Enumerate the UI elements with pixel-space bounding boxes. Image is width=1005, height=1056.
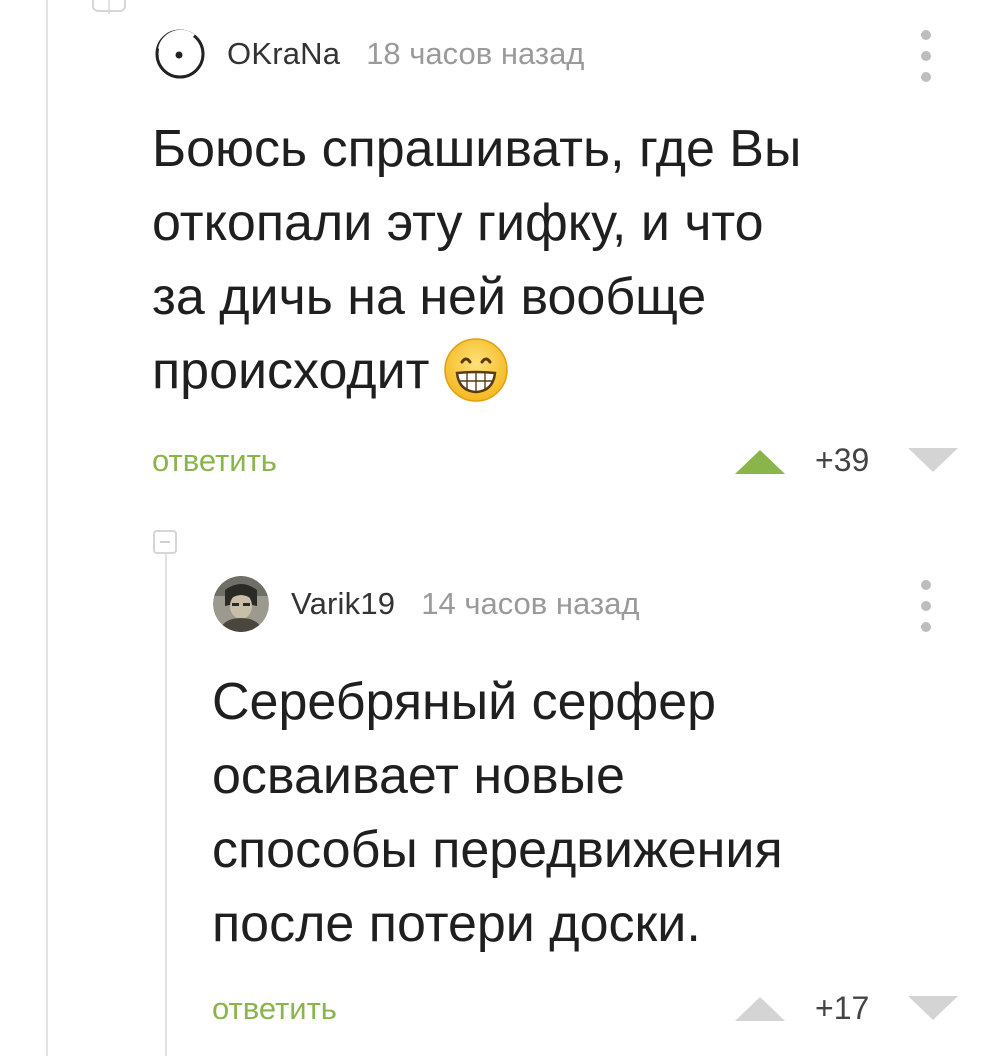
more-vertical-icon[interactable] bbox=[920, 580, 932, 632]
comment-text-line: Серебряный серфер bbox=[212, 673, 717, 731]
upvote-triangle-icon[interactable] bbox=[733, 448, 787, 481]
comment-text: Серебряный серфер осваивает новые способ… bbox=[212, 665, 992, 961]
reply-button[interactable]: ответить bbox=[152, 443, 277, 479]
avatar[interactable] bbox=[155, 29, 205, 79]
comment-text-line: осваивает новые bbox=[212, 747, 625, 805]
comment-text-line: за дичь на ней вообще bbox=[152, 268, 707, 326]
comment-timestamp: 18 часов назад bbox=[366, 36, 585, 71]
reply-button[interactable]: ответить bbox=[212, 991, 337, 1027]
comment-username[interactable]: Varik19 bbox=[291, 586, 395, 622]
comment-timestamp: 14 часов назад bbox=[421, 586, 640, 621]
thread-connector bbox=[92, 0, 126, 12]
comment-text-line: происходит bbox=[152, 342, 430, 400]
comment-header: Varik19 14 часов назад bbox=[213, 576, 640, 632]
downvote-triangle-icon[interactable] bbox=[906, 446, 960, 479]
avatar[interactable] bbox=[213, 576, 269, 632]
comment-text: Боюсь спрашивать, где Вы откопали эту ги… bbox=[152, 112, 972, 408]
comment-rating: +17 bbox=[815, 990, 870, 1026]
comment-header: OKraNa 18 часов назад bbox=[155, 28, 584, 80]
more-vertical-icon[interactable] bbox=[920, 30, 932, 82]
downvote-triangle-icon[interactable] bbox=[906, 994, 960, 1027]
comment-rating: +39 bbox=[815, 442, 870, 478]
comment-username[interactable]: OKraNa bbox=[227, 36, 340, 72]
upvote-triangle-icon[interactable] bbox=[733, 995, 787, 1028]
collapse-thread-icon[interactable] bbox=[153, 530, 177, 554]
comment-text-line: способы передвижения bbox=[212, 821, 783, 879]
comment-text-line-last: происходит bbox=[152, 334, 972, 408]
thread-line-reply bbox=[165, 548, 167, 1056]
comment-text-line: после потери доски. bbox=[212, 895, 701, 953]
thread-line-outer bbox=[46, 0, 48, 1056]
comment-text-line: Боюсь спрашивать, где Вы bbox=[152, 120, 802, 178]
comment-text-line: откопали эту гифку, и что bbox=[152, 194, 764, 252]
grinning-face-emoji bbox=[443, 337, 509, 403]
